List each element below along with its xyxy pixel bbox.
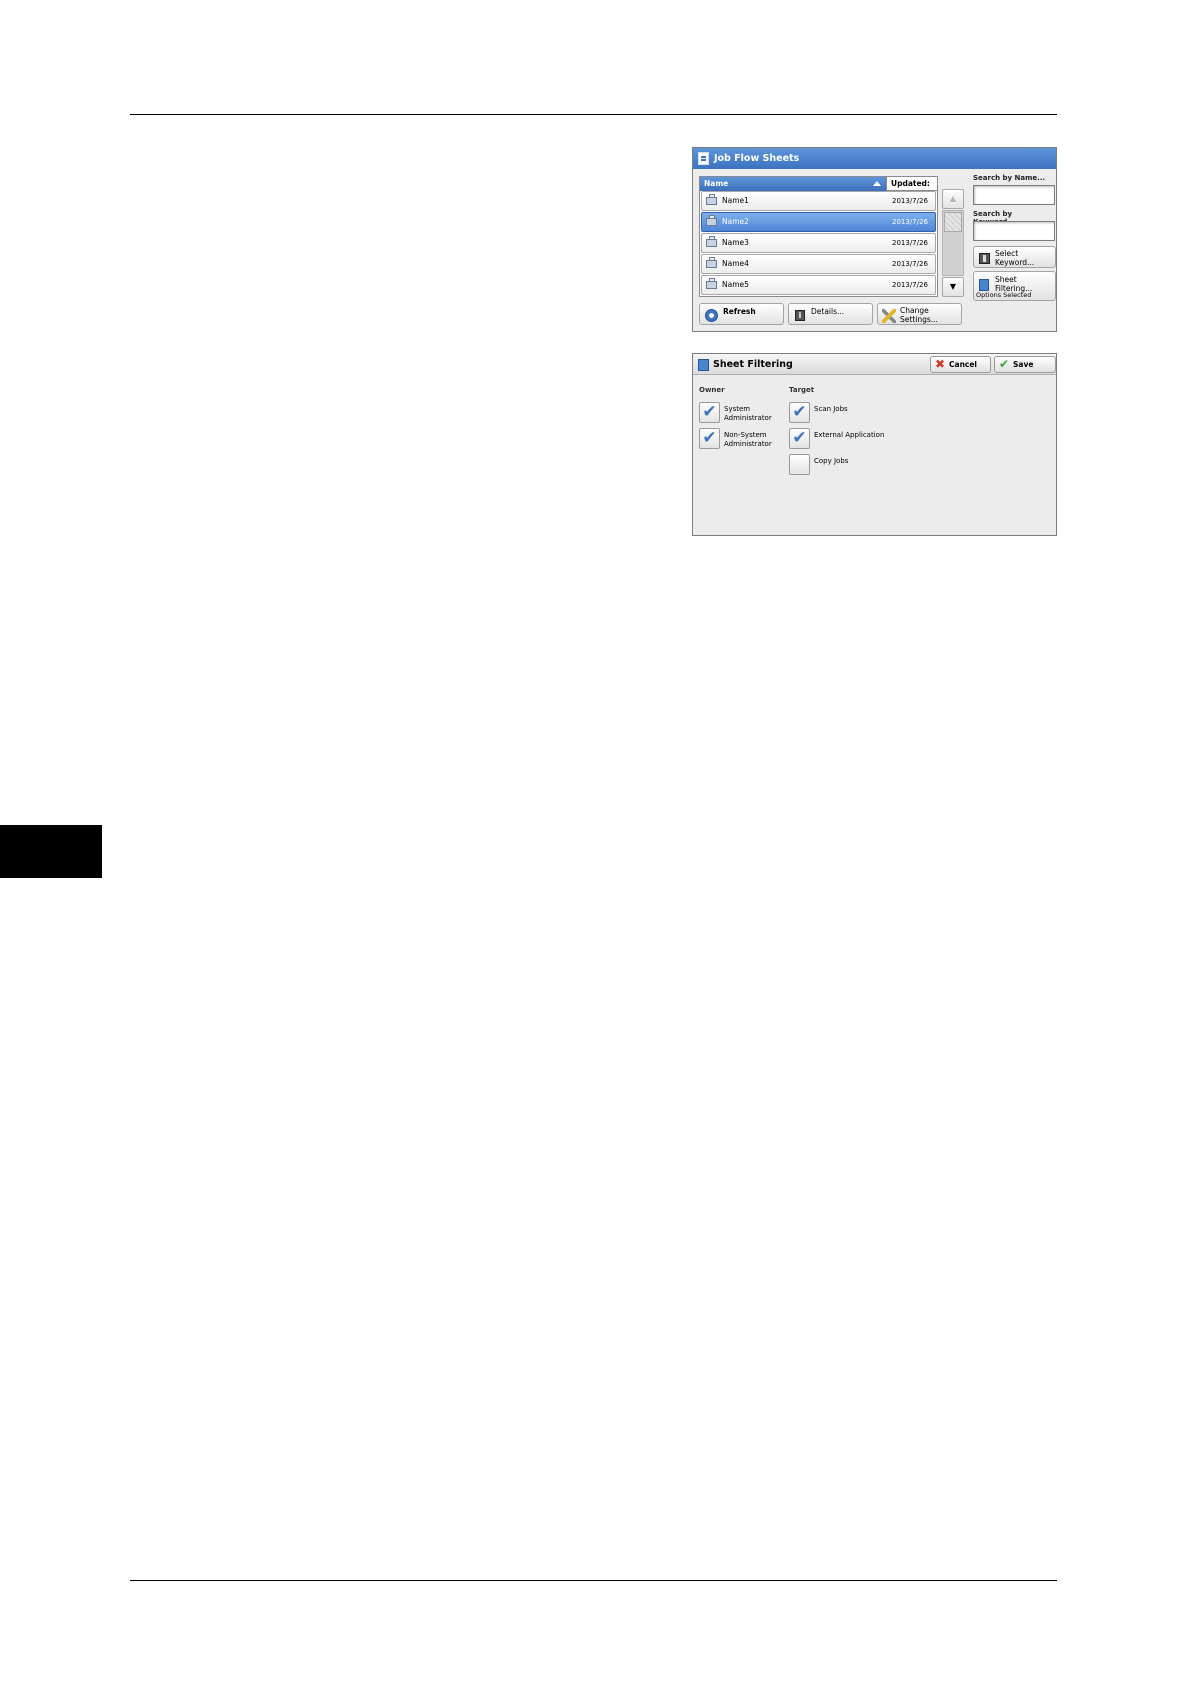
checkmark-icon: ✔ [702,402,717,422]
column-header-name-label: Name [704,179,729,188]
system-administrator-line1: System [724,405,751,413]
list-item-date: 2013/7/26 [892,281,928,289]
cancel-label: Cancel [949,360,978,369]
change-settings-button[interactable]: Change Settings... [877,303,962,325]
change-settings-line1: Change [900,306,929,315]
job-flow-sheets-titlebar: Job Flow Sheets [693,148,1056,169]
scroll-down-button[interactable]: ▼ [942,277,964,297]
list-item[interactable]: Name2 2013/7/26 [701,212,936,232]
save-button[interactable]: ✔ Save [994,356,1056,373]
select-keyword-label: Select Keyword... [995,249,1034,267]
list-item-name: Name4 [722,259,749,268]
refresh-label: Refresh [723,307,756,316]
list-item-name: Name2 [722,217,749,226]
checkbox-system-administrator[interactable]: ✔ [699,402,720,423]
details-label: Details... [811,307,845,316]
non-system-administrator-label: Non-System Administrator [724,431,772,449]
scroll-up-button[interactable]: ▲ [942,189,964,209]
job-flow-sheet-icon [706,236,717,247]
job-flow-sheet-icon [698,152,709,165]
header-rule [130,114,1057,115]
cancel-button[interactable]: ✖ Cancel [930,356,991,373]
footer-rule [130,1580,1057,1581]
select-keyword-line1: Select [995,249,1019,258]
copy-jobs-label: Copy Jobs [814,457,849,465]
checkbox-copy-jobs[interactable] [789,454,810,475]
chapter-tab [0,825,102,878]
filter-icon [979,279,989,291]
keyword-icon [979,253,990,264]
select-keyword-button[interactable]: Select Keyword... [973,246,1056,268]
job-flow-sheet-icon [706,257,717,268]
refresh-button[interactable]: Refresh [699,303,784,325]
search-by-name-label: Search by Name... [973,174,1046,182]
job-flow-sheet-icon [706,194,717,205]
external-application-label: External Application [814,431,885,439]
list-item[interactable]: Name3 2013/7/26 [701,233,936,253]
checkbox-non-system-administrator[interactable]: ✔ [699,428,720,449]
job-flow-sheet-icon [706,215,717,226]
column-header-name[interactable]: Name [700,177,886,191]
job-flow-list: Name Updated: Name1 2013/7/26 Name2 2013… [699,176,938,297]
job-flow-sheets-panel: Job Flow Sheets Name Updated: Name1 2013… [692,147,1057,332]
list-scrollbar[interactable]: ▲ ▼ [942,189,964,297]
list-item-date: 2013/7/26 [892,197,928,205]
non-system-administrator-line2: Administrator [724,440,772,448]
list-item[interactable]: Name4 2013/7/26 [701,254,936,274]
list-item[interactable]: Name1 2013/7/26 [701,191,936,211]
column-header-updated-label: Updated: [891,179,930,188]
checkmark-icon: ✔ [702,428,717,448]
change-settings-line2: Settings... [900,315,938,324]
checkmark-icon: ✔ [792,428,807,448]
scroll-track[interactable] [942,210,964,276]
system-administrator-label: System Administrator [724,405,772,423]
list-item-date: 2013/7/26 [892,260,928,268]
search-by-name-input[interactable] [973,185,1055,205]
details-button[interactable]: i Details... [788,303,873,325]
wrench-icon [882,309,896,323]
scan-jobs-label: Scan Jobs [814,405,848,413]
system-administrator-line2: Administrator [724,414,772,422]
list-item-date: 2013/7/26 [892,218,928,226]
search-by-keyword-input[interactable] [973,221,1055,241]
checkbox-scan-jobs[interactable]: ✔ [789,402,810,423]
up-arrow-icon: ▲ [949,194,957,203]
sheet-filtering-dialog: Sheet Filtering ✖ Cancel ✔ Save Owner Ta… [692,353,1057,536]
list-item-name: Name5 [722,280,749,289]
change-settings-label: Change Settings... [900,306,938,324]
job-flow-sheet-icon [706,278,717,289]
down-arrow-icon: ▼ [949,282,957,291]
list-item-name: Name3 [722,238,749,247]
checkmark-icon: ✔ [792,402,807,422]
column-header-updated[interactable]: Updated: [886,177,937,191]
sheet-filtering-button[interactable]: Sheet Filtering... Options Selected [973,271,1056,301]
owner-group-label: Owner [699,386,725,394]
cancel-x-icon: ✖ [935,357,946,371]
list-item[interactable]: Name5 2013/7/26 [701,275,936,295]
refresh-icon [705,309,718,322]
sheet-filtering-status: Options Selected [976,291,1032,299]
panel-title: Job Flow Sheets [714,153,800,164]
save-check-icon: ✔ [999,357,1010,371]
scroll-thumb[interactable] [944,212,962,232]
dialog-title: Sheet Filtering [713,359,793,370]
checkbox-external-application[interactable]: ✔ [789,428,810,449]
save-label: Save [1013,360,1034,369]
list-item-date: 2013/7/26 [892,239,928,247]
non-system-administrator-line1: Non-System [724,431,767,439]
info-icon: i [795,310,805,321]
filter-icon [698,359,709,371]
select-keyword-line2: Keyword... [995,258,1035,267]
target-group-label: Target [789,386,815,394]
sort-ascending-icon [873,181,881,186]
list-item-name: Name1 [722,196,749,205]
